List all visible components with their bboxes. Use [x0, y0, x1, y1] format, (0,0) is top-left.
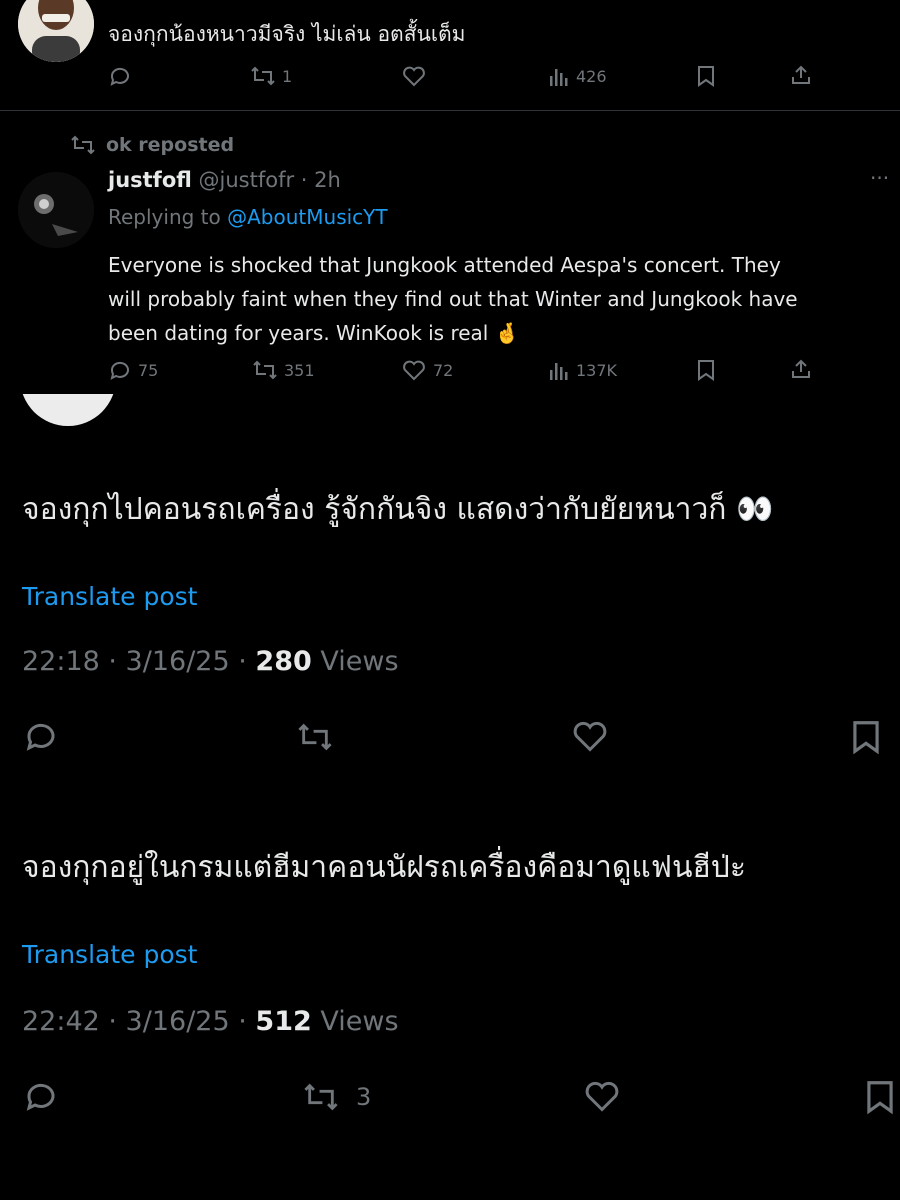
- views-action[interactable]: 137K: [548, 358, 617, 382]
- repost-icon[interactable]: [294, 720, 336, 754]
- reply-icon: [108, 358, 132, 382]
- top-reply-repost-count: 1: [282, 66, 293, 86]
- reply-action[interactable]: 75: [108, 358, 158, 382]
- fingers-crossed-emoji: 🤞: [494, 321, 520, 345]
- translate-post-link[interactable]: Translate post: [22, 940, 197, 969]
- like-icon[interactable]: [401, 64, 427, 88]
- replying-prefix: Replying to: [108, 205, 221, 229]
- post-2-views-label: Views: [320, 1006, 399, 1037]
- top-reply-repost[interactable]: 1: [250, 64, 292, 88]
- repost-icon: [250, 64, 276, 88]
- post-1-views-label: Views: [320, 646, 399, 677]
- repost-icon: [300, 1080, 342, 1114]
- replying-handle-link[interactable]: @AboutMusicYT: [227, 205, 387, 229]
- like-icon[interactable]: [582, 1078, 622, 1114]
- post-1-timestamp: 22:18 · 3/16/25 ·: [22, 646, 247, 677]
- replying-to: Replying to @AboutMusicYT: [108, 205, 388, 229]
- reply-icon[interactable]: [108, 64, 132, 88]
- like-action[interactable]: 72: [401, 358, 453, 382]
- post-1-views-count[interactable]: 280: [255, 646, 311, 677]
- repost-icon: [70, 134, 96, 156]
- bookmark-icon[interactable]: [848, 718, 884, 756]
- more-options-icon[interactable]: ···: [870, 166, 889, 190]
- post-2-meta: 22:42 · 3/16/25 · 512 Views: [22, 1006, 399, 1037]
- post-2-repost-count: 3: [356, 1083, 372, 1111]
- post-1-meta: 22:18 · 3/16/25 · 280 Views: [22, 646, 399, 677]
- top-reply-view-count: 426: [576, 66, 607, 86]
- post-1-text: จองกุกไปคอนรถเครื่อง รู้จักกันจิง แสดงว่…: [22, 492, 774, 527]
- share-icon[interactable]: [789, 357, 813, 381]
- share-icon[interactable]: [789, 63, 813, 87]
- repost-label: ok reposted: [106, 134, 235, 156]
- reply-icon[interactable]: [22, 718, 60, 754]
- author-name[interactable]: justfofl: [108, 168, 192, 192]
- bookmark-icon[interactable]: [695, 358, 717, 382]
- reply-icon[interactable]: [22, 1078, 60, 1114]
- post-time: · 2h: [300, 168, 341, 192]
- post-2-views-count[interactable]: 512: [255, 1006, 311, 1037]
- quoted-post-body: Everyone is shocked that Jungkook attend…: [108, 248, 798, 350]
- bookmark-icon[interactable]: [862, 1078, 898, 1116]
- top-reply-avatar[interactable]: [18, 0, 94, 62]
- reply-count: 75: [138, 360, 159, 380]
- like-count: 72: [433, 360, 454, 380]
- bookmark-icon[interactable]: [695, 64, 717, 88]
- like-icon: [401, 358, 427, 382]
- views-icon: [548, 64, 570, 88]
- body-line: will probably faint when they find out t…: [108, 287, 798, 311]
- repost-action[interactable]: 351: [252, 358, 315, 382]
- top-reply-text: จองกุกน้องหนาวมีจริง ไม่เล่น อตสั้นเต็ม: [108, 22, 466, 46]
- quoted-post-header: justfofl @justfofr · 2h: [108, 168, 341, 192]
- divider: [0, 110, 900, 111]
- repost-icon: [252, 358, 278, 382]
- quoted-post-avatar[interactable]: [18, 172, 94, 248]
- translate-post-link[interactable]: Translate post: [22, 582, 197, 611]
- post-2-text: จองกุกอยู่ในกรมแต่ฮีมาคอนนัฝรถเครื่องคือ…: [22, 850, 746, 885]
- post-2-timestamp: 22:42 · 3/16/25 ·: [22, 1006, 247, 1037]
- body-line: Everyone is shocked that Jungkook attend…: [108, 253, 781, 277]
- author-handle[interactable]: @justfofr: [199, 168, 295, 192]
- post-2-repost-action[interactable]: 3: [300, 1080, 371, 1114]
- views-icon: [548, 358, 570, 382]
- view-count: 137K: [576, 360, 618, 380]
- like-icon[interactable]: [570, 718, 610, 754]
- repost-context: ok reposted: [70, 134, 234, 156]
- repost-count: 351: [284, 360, 315, 380]
- body-line: been dating for years. WinKook is real: [108, 321, 489, 345]
- top-reply-views[interactable]: 426: [548, 64, 607, 88]
- overlap-avatar-fragment: [20, 394, 120, 426]
